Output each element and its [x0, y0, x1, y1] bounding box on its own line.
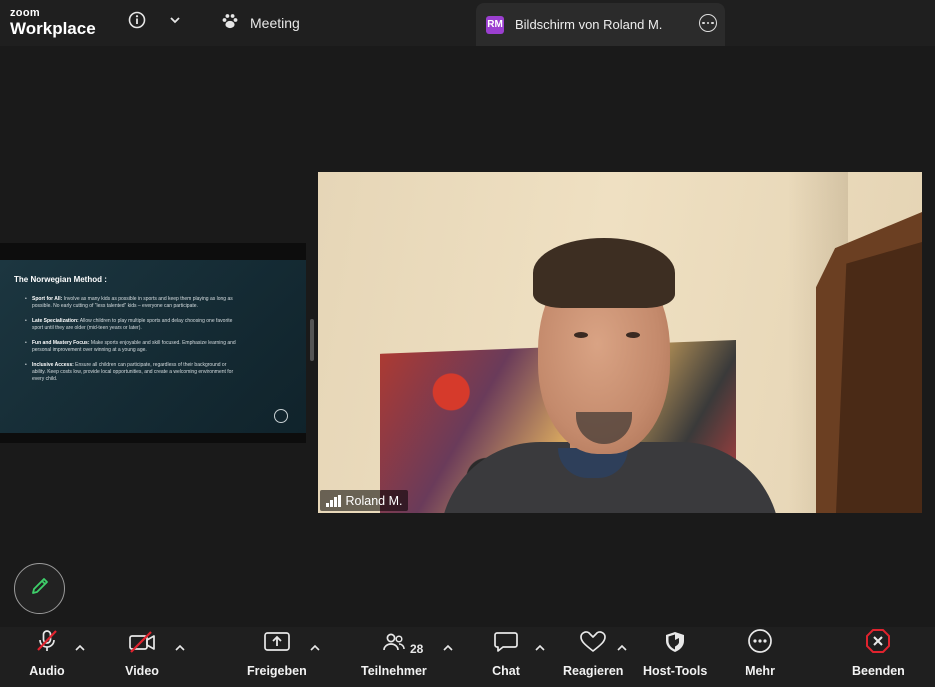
annotate-button[interactable] [14, 563, 65, 614]
slide-bullet: Inclusive Access: Ensure all children ca… [25, 362, 237, 383]
participant-name: Roland M. [345, 493, 403, 508]
more-options-icon[interactable] [699, 14, 717, 32]
shield-icon [643, 627, 707, 657]
participants-button[interactable]: Teilnehmer [361, 627, 427, 687]
shared-screen-thumbnail[interactable]: The Norwegian Method : Sport for All: In… [0, 243, 306, 443]
slide-bullet: Late Specialization: Allow children to p… [25, 318, 237, 332]
top-bar: zoom Workplace Meeting RM Bildschirm von… [0, 0, 935, 46]
participants-count: 28 [410, 642, 424, 656]
end-label: Beenden [852, 664, 905, 678]
more-button[interactable]: Mehr [743, 627, 777, 687]
chevron-down-icon[interactable] [165, 10, 185, 30]
participants-label: Teilnehmer [361, 664, 427, 678]
resize-handle[interactable] [310, 319, 314, 361]
avatar: RM [486, 15, 504, 34]
participants-options-chevron-icon[interactable] [442, 641, 454, 653]
participant-video[interactable]: Roland M. [318, 172, 922, 513]
share-label: Freigeben [247, 664, 307, 678]
meeting-toolbar: Audio Video Freigeben Teilnehmer 28 Chat… [0, 627, 935, 687]
video-options-chevron-icon[interactable] [174, 641, 186, 653]
meeting-label: Meeting [250, 15, 300, 31]
app-logo: zoom Workplace [10, 7, 96, 38]
meeting-button[interactable]: Meeting [214, 8, 306, 38]
more-label: Mehr [745, 664, 775, 678]
paw-icon [220, 11, 240, 36]
video-button[interactable]: Video [122, 627, 162, 687]
reactions-label: Reagieren [563, 664, 624, 678]
slide-logo-icon [274, 409, 288, 423]
share-screen-button[interactable]: Freigeben [247, 627, 307, 687]
slide-bullet: Fun and Mastery Focus: Make sports enjoy… [25, 340, 237, 354]
video-label: Video [125, 664, 159, 678]
presentation-slide: The Norwegian Method : Sport for All: In… [0, 260, 306, 433]
end-meeting-icon [852, 627, 904, 657]
host-tools-button[interactable]: Host-Tools [643, 627, 707, 687]
logo-line-2: Workplace [10, 19, 96, 38]
chat-button[interactable]: Chat [486, 627, 526, 687]
reactions-button[interactable]: Reagieren [563, 627, 623, 687]
reactions-options-chevron-icon[interactable] [616, 641, 628, 653]
more-icon [743, 627, 777, 657]
slide-bullet: Sport for All: Involve as many kids as p… [25, 296, 237, 310]
connection-signal-icon [326, 494, 341, 507]
heart-icon [564, 627, 622, 657]
info-icon[interactable] [127, 10, 147, 30]
chat-options-chevron-icon[interactable] [534, 641, 546, 653]
host-tools-label: Host-Tools [643, 664, 708, 678]
meeting-stage: The Norwegian Method : Sport for All: In… [0, 46, 935, 627]
screen-share-tab[interactable]: RM Bildschirm von Roland M. [476, 3, 725, 46]
slide-title: The Norwegian Method : [14, 275, 107, 284]
audio-options-chevron-icon[interactable] [74, 641, 86, 653]
share-options-chevron-icon[interactable] [309, 641, 321, 653]
camera-off-icon [122, 627, 162, 657]
chat-label: Chat [492, 664, 520, 678]
audio-label: Audio [29, 664, 65, 678]
pencil-icon [29, 575, 51, 602]
share-tab-label: Bildschirm von Roland M. [515, 17, 663, 32]
participant-name-tag: Roland M. [320, 490, 409, 511]
logo-line-1: zoom [10, 7, 40, 19]
end-meeting-button[interactable]: Beenden [852, 627, 905, 687]
share-screen-icon [248, 627, 306, 657]
audio-button[interactable]: Audio [27, 627, 67, 687]
chat-icon [486, 627, 526, 657]
microphone-muted-icon [27, 627, 67, 657]
